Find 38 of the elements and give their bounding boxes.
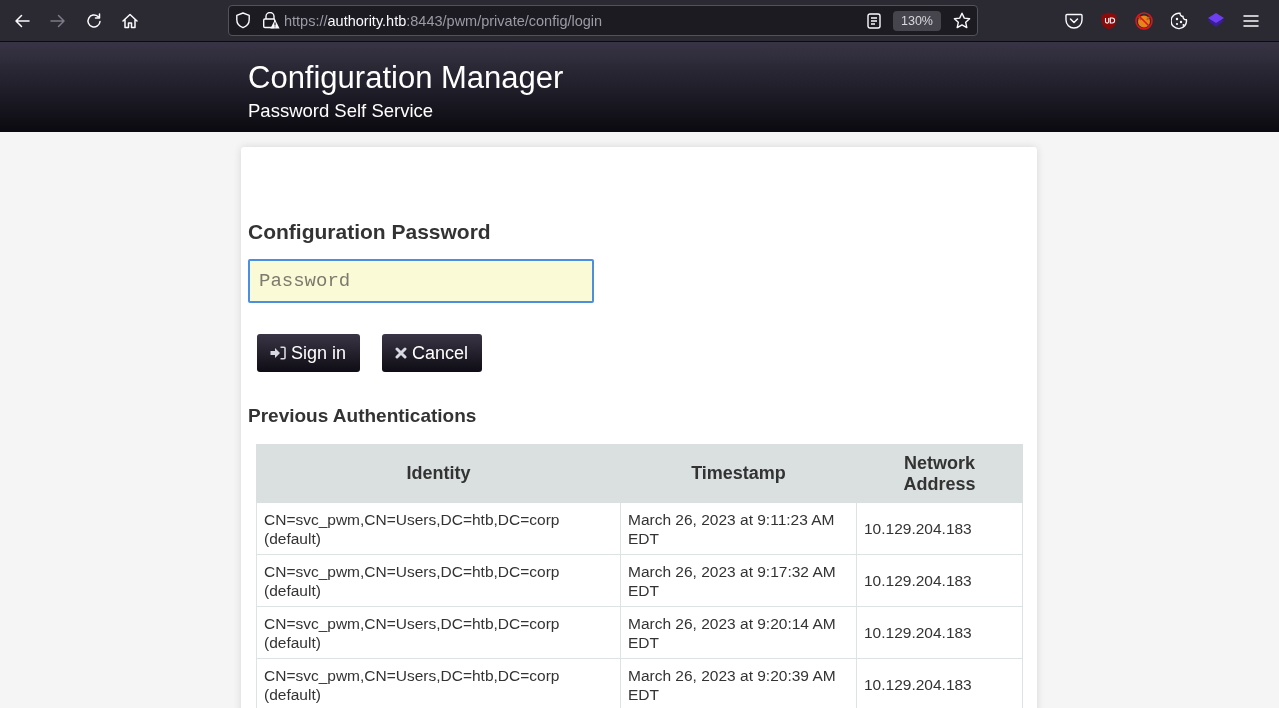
sign-in-button[interactable]: Sign in (257, 334, 361, 372)
app-subtitle: Password Self Service (248, 99, 434, 123)
table-cell: March 26, 2023 at 9:17:32 AM EDT (620, 554, 857, 607)
left-arrow-icon[interactable] (14, 12, 30, 29)
table-cell: CN=svc_pwm,CN=Users,DC=htb,DC=corp (default) (256, 606, 621, 659)
table-cell: CN=svc_pwm,CN=Users,DC=htb,DC=corp (default) (256, 502, 621, 555)
cross-icon (395, 347, 408, 359)
column-header: Timestamp (620, 444, 857, 503)
arrow-into-bracket-icon (270, 346, 286, 360)
section-heading: Configuration Password (248, 219, 491, 244)
app-title: Configuration Manager (248, 59, 564, 97)
shield-icon[interactable] (235, 12, 251, 29)
bookmark-star-icon[interactable] (953, 12, 971, 29)
lock-warning-icon[interactable] (262, 12, 280, 29)
cookie-icon[interactable] (1171, 11, 1189, 30)
cancel-button[interactable]: Cancel (382, 334, 483, 372)
home-icon[interactable] (122, 12, 138, 29)
section-heading: Previous Authentications (248, 405, 477, 427)
table-cell: 10.129.204.183 (856, 554, 1023, 607)
column-header: Identity (256, 444, 621, 503)
table-cell: March 26, 2023 at 9:20:14 AM EDT (620, 606, 857, 659)
shield-badge-icon[interactable] (1101, 11, 1117, 30)
table-cell: March 26, 2023 at 9:11:23 AM EDT (620, 502, 857, 555)
column-header: Network Address (856, 444, 1023, 503)
crossed-out-animal-icon[interactable] (1135, 11, 1153, 30)
reader-view-icon[interactable] (867, 12, 881, 29)
zoom-level-button[interactable]: 130% (893, 10, 941, 31)
layers-icon[interactable] (1207, 12, 1225, 29)
chevron-pouch-icon[interactable] (1065, 12, 1083, 29)
address-bar[interactable]: https://authority.htb:8443/pwm/private/config/login 130% (228, 5, 978, 36)
menu-icon[interactable] (1243, 13, 1259, 28)
url-text[interactable]: https://authority.htb:8443/pwm/private/config/login (284, 12, 603, 29)
reload-icon[interactable] (86, 12, 102, 29)
table-cell: CN=svc_pwm,CN=Users,DC=htb,DC=corp (default) (256, 554, 621, 607)
table-cell: CN=svc_pwm,CN=Users,DC=htb,DC=corp (default) (256, 658, 621, 708)
password-field[interactable]: Password (248, 259, 594, 303)
table-cell: 10.129.204.183 (856, 502, 1023, 555)
table-cell: 10.129.204.183 (856, 606, 1023, 659)
